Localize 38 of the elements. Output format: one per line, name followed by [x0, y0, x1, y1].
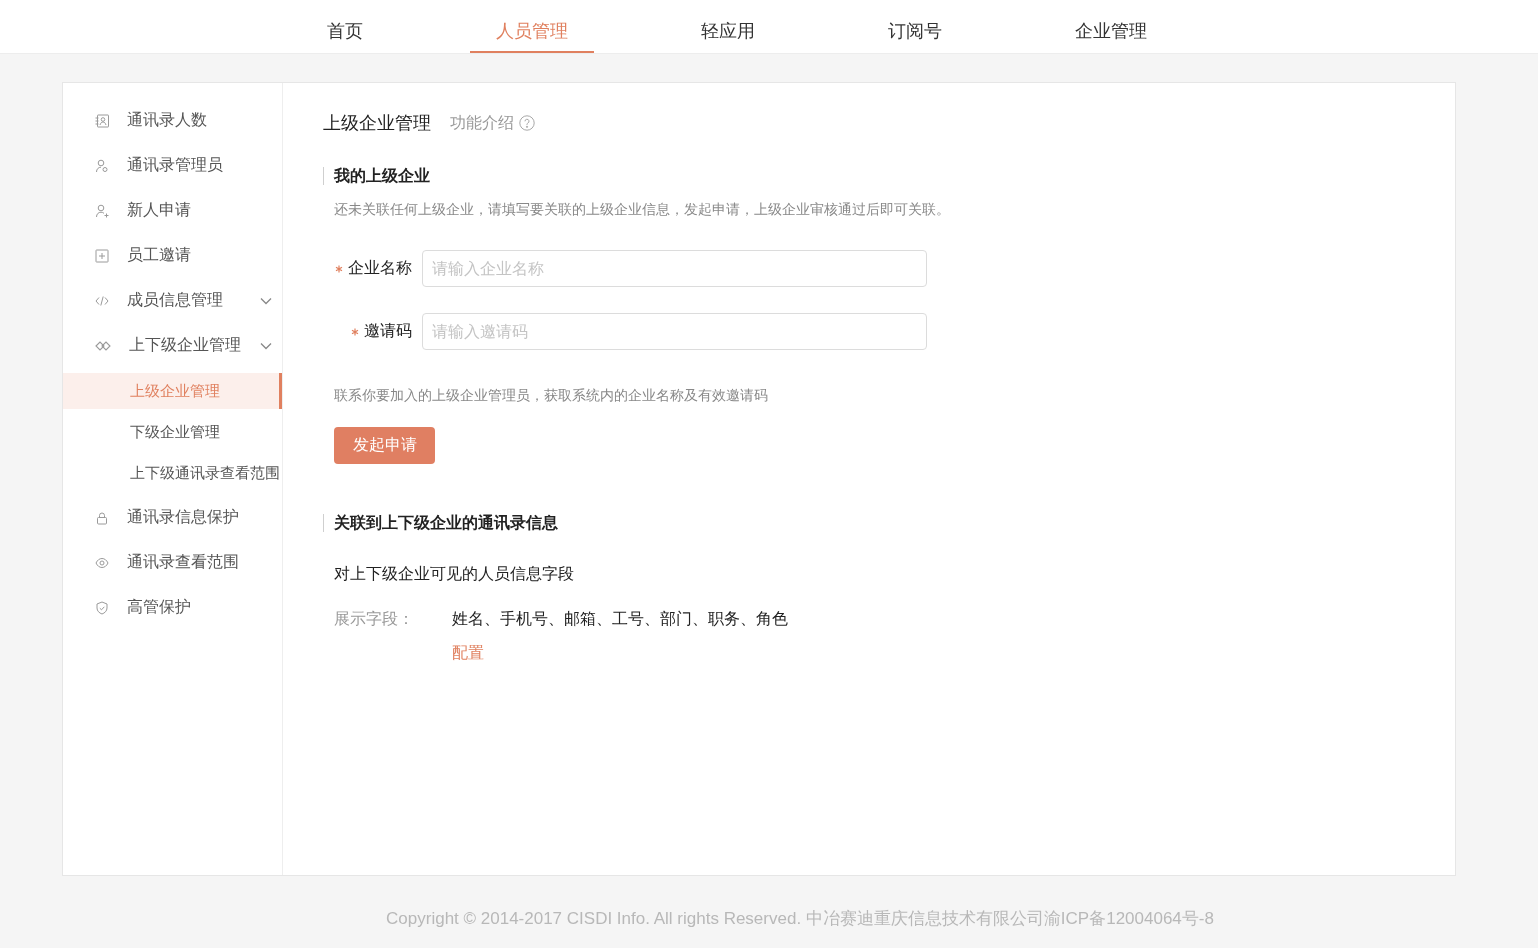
hint-text: 联系你要加入的上级企业管理员，获取系统内的企业名称及有效邀请码	[333, 386, 768, 405]
sidebar-item[interactable]: 通讯录管理员	[63, 143, 282, 188]
chevron-down-icon	[260, 296, 272, 305]
sidebar-item[interactable]: 上下级企业管理	[63, 323, 282, 368]
input-field[interactable]: 请输入邀请码	[422, 313, 927, 350]
section-description: 还未关联任何上级企业，请填写要关联的上级企业信息，发起申请，上级企业审核通过后即可关联。	[333, 200, 950, 219]
sidebar-item[interactable]: 通讯录人数	[63, 98, 282, 143]
nav-tab[interactable]: 首页	[301, 0, 389, 53]
sidebar-subitem[interactable]: 上下级通讯录查看范围	[63, 455, 282, 491]
display-fields-label: 展示字段：	[334, 609, 415, 629]
sidebar-item[interactable]: 员工邀请	[63, 233, 282, 278]
user-badge-icon	[95, 158, 109, 173]
chevron-down-icon	[260, 341, 272, 350]
eye-icon	[95, 555, 109, 570]
sidebar-item[interactable]: 成员信息管理	[63, 278, 282, 323]
sidebar-item[interactable]: 通讯录信息保护	[63, 495, 282, 540]
user-plus-icon	[95, 203, 109, 218]
plus-square-icon	[95, 248, 109, 263]
shield-check-icon	[95, 600, 109, 615]
contact-card-icon	[95, 113, 109, 128]
nav-tab[interactable]: 订阅号	[862, 0, 968, 53]
input-field[interactable]: 请输入企业名称	[422, 250, 927, 287]
sidebar-item[interactable]: 通讯录查看范围	[63, 540, 282, 585]
page-title: 上级企业管理	[323, 112, 431, 135]
field-label: 企业名称	[348, 258, 412, 278]
section-heading: 我的上级企业	[323, 167, 430, 185]
display-fields-value: 姓名、手机号、邮箱、工号、部门、职务、角色	[452, 609, 788, 629]
section-subtitle: 对上下级企业可见的人员信息字段	[333, 564, 574, 584]
section-heading: 关联到上下级企业的通讯录信息	[323, 514, 558, 532]
field-label: 邀请码	[364, 321, 412, 341]
nav-tab[interactable]: 轻应用	[675, 0, 781, 53]
nav-tab[interactable]: 企业管理	[1049, 0, 1173, 53]
lock-icon	[95, 510, 109, 525]
sidebar-subitem[interactable]: 下级企业管理	[63, 414, 282, 450]
help-icon	[519, 115, 535, 131]
sidebar-item[interactable]: 高管保护	[63, 585, 282, 630]
copyright-text: Copyright © 2014-2017 CISDI Info. All rights Reserved. 中冶赛迪重庆信息技术有限公司渝ICP备12004064号-8	[385, 908, 1215, 930]
sidebar-item[interactable]: 新人申请	[63, 188, 282, 233]
